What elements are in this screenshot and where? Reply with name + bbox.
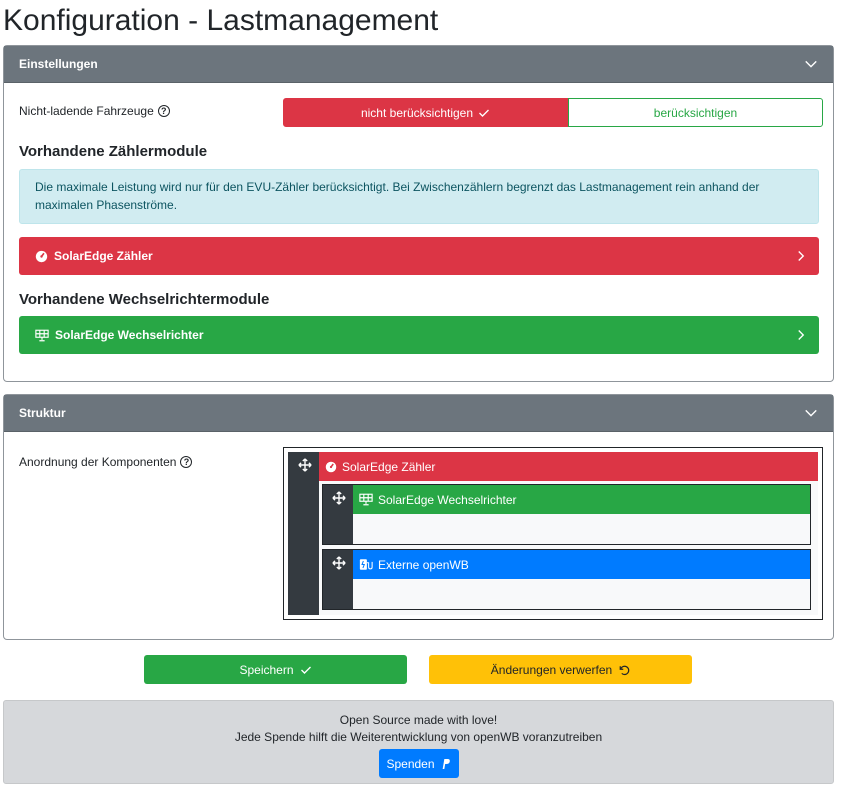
donation-footer: Open Source made with love! Jede Spende … xyxy=(3,700,834,784)
tree-node-inverter-label: SolarEdge Wechselrichter xyxy=(378,492,517,507)
inverter-modules-title: Vorhandene Wechselrichtermodule xyxy=(19,291,270,308)
move-icon[interactable] xyxy=(298,458,312,472)
charging-station-icon xyxy=(359,559,373,570)
save-button-label: Speichern xyxy=(239,662,294,677)
info-alert: Die maximale Leistung wird nur für den E… xyxy=(19,169,819,224)
donate-button-label: Spenden xyxy=(386,756,435,771)
counter-module-solaredge[interactable]: SolarEdge Zähler xyxy=(19,237,819,275)
structure-card-header[interactable]: Struktur xyxy=(4,395,833,432)
footer-line-2: Jede Spende hilft die Weiterentwicklung … xyxy=(234,730,603,744)
tree-node-inverter-body xyxy=(353,514,810,544)
tree-node-root-header[interactable]: SolarEdge Zähler xyxy=(319,452,818,481)
tree-node-openwb-label: Externe openWB xyxy=(378,557,469,572)
settings-card: Einstellungen Nicht-ladende Fahrzeuge ? … xyxy=(3,45,834,382)
component-tree: SolarEdge Zähler SolarEdge Wechselrichte… xyxy=(283,447,823,620)
nonloading-label-text: Nicht-ladende Fahrzeuge xyxy=(19,104,154,118)
option-consider-button[interactable]: berücksichtigen xyxy=(568,98,823,127)
donate-button[interactable]: Spenden xyxy=(378,749,459,778)
move-icon[interactable] xyxy=(332,491,346,505)
solar-panel-icon xyxy=(359,493,373,506)
footer-line-1: Open Source made with love! xyxy=(339,713,498,727)
gauge-icon xyxy=(35,250,48,262)
discard-button[interactable]: Änderungen verwerfen xyxy=(429,655,692,684)
settings-header-title: Einstellungen xyxy=(19,57,98,71)
counter-modules-title: Vorhandene Zählermodule xyxy=(19,143,208,160)
inverter-module-solaredge[interactable]: SolarEdge Wechselrichter xyxy=(19,316,819,354)
inverter-module-label: SolarEdge Wechselrichter xyxy=(55,328,204,342)
check-icon xyxy=(300,666,311,674)
tree-node-root[interactable]: SolarEdge Zähler SolarEdge Wechselrichte… xyxy=(288,452,818,615)
option-ignore-button[interactable]: nicht berücksichtigen xyxy=(283,98,568,127)
tree-node-openwb-body xyxy=(353,579,810,609)
nonloading-toggle-group: nicht berücksichtigen berücksichtigen xyxy=(283,98,823,127)
structure-card: Struktur Anordnung der Komponenten ? Sol… xyxy=(3,394,834,640)
tree-node-root-label: SolarEdge Zähler xyxy=(342,459,436,474)
chevron-right-icon xyxy=(798,251,805,261)
page-title: Konfiguration - Lastmanagement xyxy=(3,4,439,37)
check-icon xyxy=(479,109,490,117)
tree-node-openwb[interactable]: Externe openWB xyxy=(322,549,811,610)
question-circle-icon[interactable]: ? xyxy=(180,456,193,468)
discard-button-label: Änderungen verwerfen xyxy=(490,662,613,677)
nonloading-vehicles-label: Nicht-ladende Fahrzeuge ? xyxy=(19,104,170,118)
option-consider-label: berücksichtigen xyxy=(653,105,738,120)
tree-node-root-body: SolarEdge Wechselrichter Externe openWB xyxy=(319,481,818,615)
chevron-down-icon[interactable] xyxy=(804,57,818,71)
option-ignore-label: nicht berücksichtigen xyxy=(360,105,474,120)
move-icon[interactable] xyxy=(332,556,346,570)
save-button[interactable]: Speichern xyxy=(144,655,407,684)
counter-module-label: SolarEdge Zähler xyxy=(54,249,153,263)
structure-header-title: Struktur xyxy=(19,406,66,420)
gauge-icon xyxy=(325,461,337,472)
question-circle-icon[interactable]: ? xyxy=(157,105,170,117)
settings-card-header[interactable]: Einstellungen xyxy=(4,46,833,83)
chevron-down-icon[interactable] xyxy=(804,406,818,420)
tree-node-openwb-header[interactable]: Externe openWB xyxy=(353,550,810,579)
tree-node-inverter-header[interactable]: SolarEdge Wechselrichter xyxy=(353,485,810,514)
solar-panel-icon xyxy=(35,329,49,341)
arrangement-label: Anordnung der Komponenten ? xyxy=(19,455,193,469)
chevron-right-icon xyxy=(798,330,805,340)
arrangement-label-text: Anordnung der Komponenten xyxy=(19,455,177,469)
undo-icon xyxy=(619,665,630,675)
paypal-icon xyxy=(442,758,450,769)
tree-node-inverter[interactable]: SolarEdge Wechselrichter xyxy=(322,484,811,545)
